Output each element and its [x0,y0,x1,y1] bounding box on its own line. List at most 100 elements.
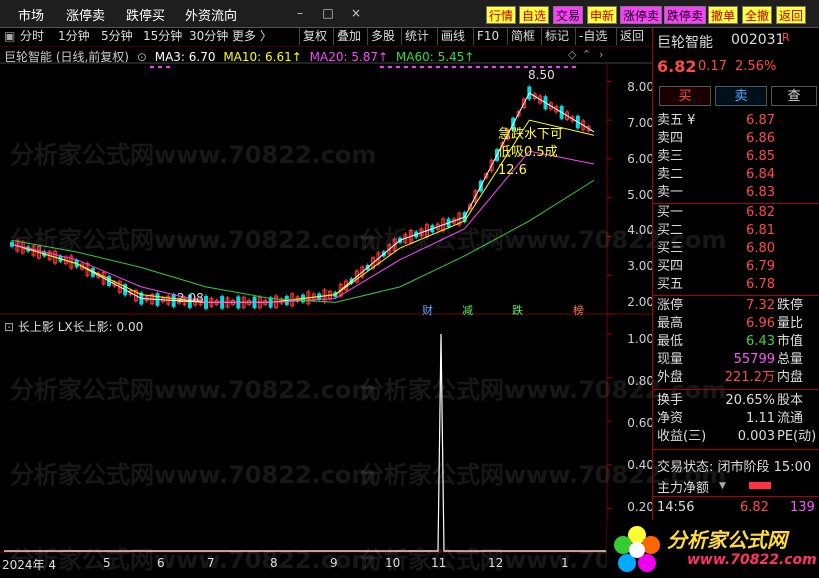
stat-value: 55799 [733,352,775,367]
dotted-mark [500,66,504,68]
ask-label: 卖四 [657,131,684,146]
tab-watchlist[interactable]: 自选 [519,6,550,24]
sell-button[interactable]: 卖 [715,86,767,106]
multi-stock-button[interactable]: 多股 [367,28,395,45]
dotted-mark [508,66,512,68]
dotted-mark [556,66,560,68]
menu-market[interactable]: 市场 [18,5,44,24]
simple-frame-button[interactable]: 简框 [507,28,535,45]
maximize-button[interactable]: □ [318,6,338,22]
menu-limit-up-sell[interactable]: 涨停卖 [66,5,105,24]
stat-limit-up: 涨停 7.32 跌停 [657,297,817,314]
bid-label: 买三 [657,241,684,256]
bid-price: 6.80 [746,241,775,256]
stat-label: 换手 [657,393,684,408]
overlay-button[interactable]: 叠加 [333,28,361,45]
dotted-mark [396,66,400,68]
dotted-mark [484,66,488,68]
tab-limit-up-sell[interactable]: 涨停卖 [620,6,663,24]
dotted-mark [166,66,170,68]
f10-button[interactable]: F10 [473,28,499,45]
period-15min[interactable]: 15分钟 [143,28,182,45]
stat-value: 6.96 [746,316,775,331]
flow-dropdown-icon[interactable]: ▼ [719,481,726,491]
menu-limit-down-buy[interactable]: 跌停买 [126,5,165,24]
bid-row-5: 买五 6.78 [657,276,817,293]
query-button[interactable]: 查 [771,86,817,106]
high-price-label: 8.50 [528,68,555,82]
moving-average-lines [11,92,595,303]
ask-price: 6.84 [746,167,775,182]
dotted-mark [150,66,154,68]
tab-quote[interactable]: 行情 [486,6,517,24]
event-tag-drop[interactable]: 跌 [512,302,523,318]
candlesticks [10,85,591,311]
ask-row-2: 卖二 6.84 [657,166,817,183]
ask-row-4: 卖四 6.86 [657,130,817,147]
stat-label: 净资 [657,411,684,426]
bid-label: 买一 [657,205,684,220]
event-tag-finance[interactable]: 财 [422,302,433,318]
stat-label: 内盘 [777,370,804,385]
period-30min[interactable]: 30分钟 [189,28,228,45]
stat-label: 收益(三) [657,429,707,444]
tick-divider [653,496,819,497]
stats-button[interactable]: 统计 [401,28,429,45]
buy-button[interactable]: 买 [659,86,711,106]
dotted-mark [158,66,162,68]
watchlist-remove-button[interactable]: -自选 [575,28,607,45]
dotted-mark [564,66,568,68]
bid-row-3: 买三 6.80 [657,240,817,257]
main-flow-label: 主力净额 [657,481,710,496]
ask-price: 6.83 [746,185,775,200]
dotted-mark [428,66,432,68]
stats-divider [653,295,819,296]
back-button[interactable]: 返回 [616,28,644,45]
annotation-text: 急跌水下可 低吸0.5成 12.6 [498,126,563,180]
period-tick[interactable]: 分时 [20,28,44,45]
price-change: 0.17 [698,59,727,74]
minimize-button[interactable]: – [290,6,310,22]
adjust-button[interactable]: 复权 [299,28,327,45]
period-5min[interactable]: 5分钟 [101,28,133,45]
tab-limit-down-sell[interactable]: 跌停卖 [664,6,707,24]
tab-back[interactable]: 返回 [776,6,807,24]
tab-cancel-all[interactable]: 全撤 [742,6,773,24]
stat-value: 0.003 [737,429,775,444]
draw-button[interactable]: 画线 [437,28,465,45]
tick-volume: 139 [790,500,815,515]
stat-label: 涨停 [657,298,684,313]
menu-foreign-flow[interactable]: 外资流向 [185,5,237,24]
tab-cancel[interactable]: 撤单 [708,6,739,24]
dotted-mark [572,66,576,68]
period-1min[interactable]: 1分钟 [58,28,90,45]
watermark: 分析家公式网www.70822.com [10,226,377,254]
logo-text: 分析家公式网 [667,528,787,552]
bid-price: 6.82 [746,205,775,220]
event-tag-reduce[interactable]: 减 [462,302,473,318]
annotation-line: 急跌水下可 [498,127,564,142]
grid-icon[interactable]: ▣ [4,28,15,45]
stat-low: 最低 6.43 市值 [657,333,817,350]
status-divider [653,449,819,450]
stock-code: 002031 [731,32,785,48]
tick-price: 6.82 [740,500,769,515]
mark-button[interactable]: 标记 [541,28,569,45]
sub-ytick: 1.00 [627,332,654,346]
ask-price: 6.85 [746,149,775,164]
sub-chart-header: ⊡ 长上影 LX长上影: 0.00 [4,318,143,335]
stat-value: 7.32 [746,298,775,313]
annotation-line: 12.6 [498,163,527,178]
sub-ytick: 0.60 [627,416,654,430]
close-button[interactable]: × [346,6,366,22]
stat-label: PE(动) [777,429,817,444]
stat-volume: 现量 55799 总量 [657,351,817,368]
tab-trade[interactable]: 交易 [553,6,584,24]
tab-new[interactable]: 申新 [587,6,618,24]
ask-row-3: 卖三 6.85 [657,148,817,165]
stat-value: 20.65% [725,393,775,408]
event-tag-list[interactable]: 榜 [573,302,584,318]
bid-row-2: 买二 6.81 [657,222,817,239]
sub-chart-toggle-icon[interactable]: ⊡ [4,320,14,334]
period-more[interactable]: 更多 〉 [232,28,272,45]
